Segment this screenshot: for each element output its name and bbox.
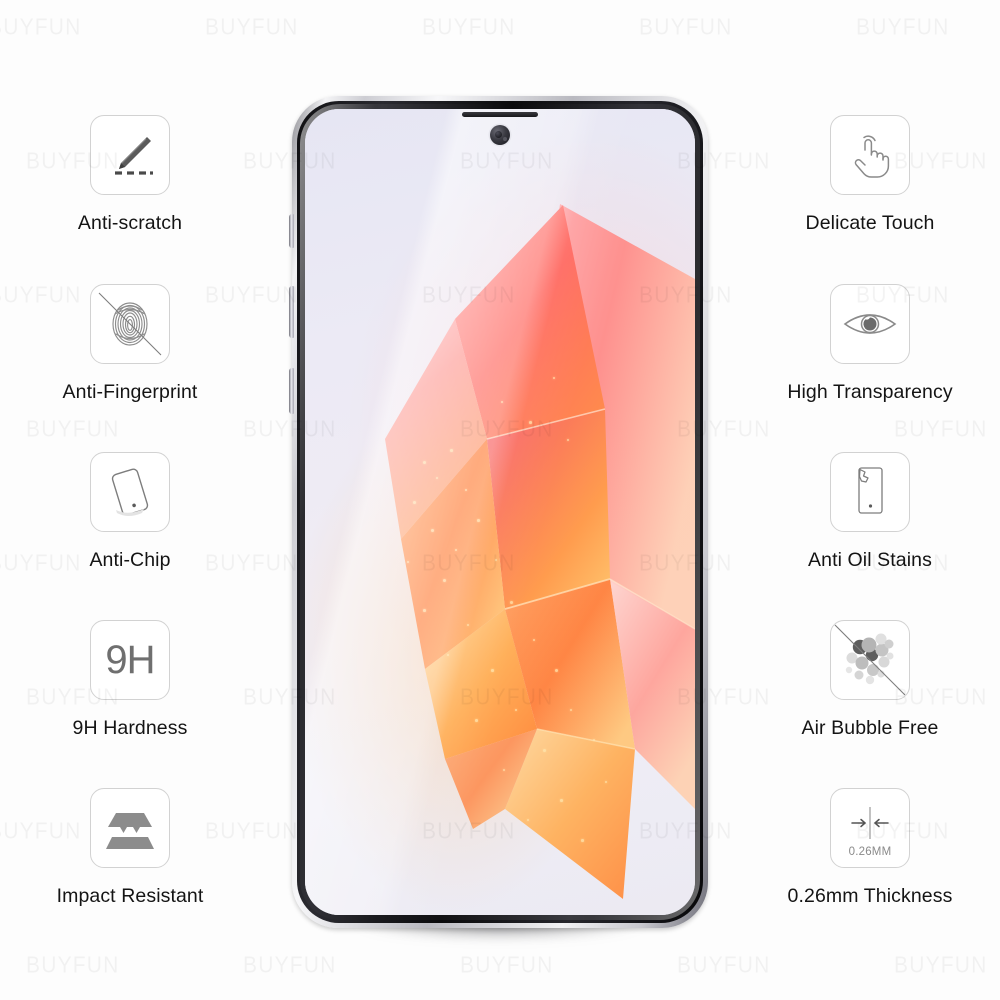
hardness-9h-icon: 9H bbox=[90, 620, 170, 700]
hardness-glyph: 9H bbox=[105, 638, 155, 682]
tempered-glass-sheen bbox=[305, 109, 695, 915]
feature-label: 9H Hardness bbox=[72, 717, 188, 739]
front-camera-icon bbox=[490, 125, 510, 145]
volume-down-button[interactable] bbox=[289, 286, 294, 338]
phone-tilted-icon bbox=[90, 452, 170, 532]
feature-anti-oil-stains: Anti Oil Stains bbox=[740, 452, 1000, 572]
watermark-text: BUYFUN bbox=[422, 15, 516, 42]
thickness-arrows-icon: 0.26MM bbox=[830, 788, 910, 868]
volume-up-button[interactable] bbox=[289, 214, 294, 248]
feature-anti-scratch: Anti-scratch bbox=[0, 115, 260, 235]
product-feature-page: Anti-scratch Anti-Fingerprint Anti-Chip … bbox=[0, 0, 1000, 1000]
phone-oil-stain-icon bbox=[830, 452, 910, 532]
fingerprint-icon bbox=[90, 284, 170, 364]
feature-high-transparency: High Transparency bbox=[740, 284, 1000, 404]
feature-label: Delicate Touch bbox=[805, 212, 935, 234]
feature-label: Anti-scratch bbox=[77, 212, 183, 234]
phone-screen bbox=[305, 109, 695, 915]
phone-device bbox=[289, 96, 708, 928]
feature-anti-chip: Anti-Chip bbox=[0, 452, 260, 572]
features-right-column: Delicate Touch High Transparency Anti Oi… bbox=[740, 0, 1000, 1000]
watermark-text: BUYFUN bbox=[460, 953, 554, 980]
earpiece-speaker bbox=[462, 112, 538, 117]
watermark-text: BUYFUN bbox=[639, 15, 733, 42]
feature-air-bubble-free: Air Bubble Free bbox=[740, 620, 1000, 740]
thickness-value: 0.26MM bbox=[848, 845, 892, 858]
feature-label: High Transparency bbox=[787, 381, 953, 403]
feature-label: 0.26mm Thickness bbox=[787, 885, 953, 907]
feature-delicate-touch: Delicate Touch bbox=[740, 115, 1000, 235]
touch-hand-icon bbox=[830, 115, 910, 195]
feature-label: Impact Resistant bbox=[56, 885, 204, 907]
feature-label: Air Bubble Free bbox=[801, 717, 939, 739]
feature-label: Anti-Fingerprint bbox=[62, 381, 198, 403]
eye-icon bbox=[830, 284, 910, 364]
bubbles-crossed-icon bbox=[830, 620, 910, 700]
feature-9h-hardness: 9H 9H Hardness bbox=[0, 620, 260, 740]
pencil-scratch-icon bbox=[90, 115, 170, 195]
features-left-column: Anti-scratch Anti-Fingerprint Anti-Chip … bbox=[0, 0, 260, 1000]
power-button[interactable] bbox=[289, 368, 294, 414]
feature-label: Anti-Chip bbox=[89, 549, 171, 571]
layers-impact-icon bbox=[90, 788, 170, 868]
feature-thickness: 0.26MM 0.26mm Thickness bbox=[740, 788, 1000, 908]
feature-impact-resistant: Impact Resistant bbox=[0, 788, 260, 908]
feature-anti-fingerprint: Anti-Fingerprint bbox=[0, 284, 260, 404]
feature-label: Anti Oil Stains bbox=[808, 549, 932, 571]
